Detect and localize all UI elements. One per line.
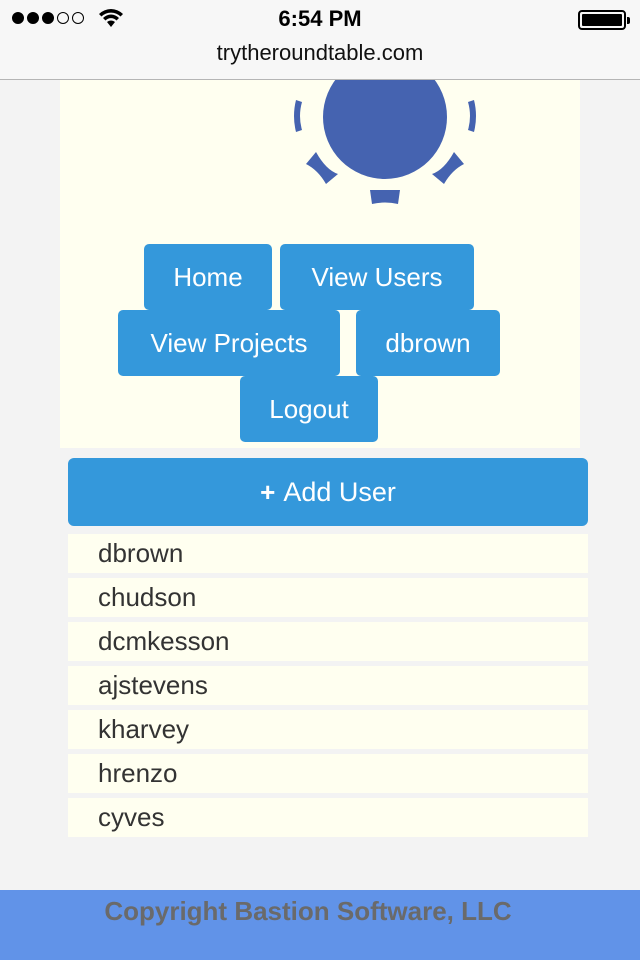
plus-icon: +	[260, 476, 276, 507]
battery-icon	[578, 10, 630, 30]
header-panel: Home View Users View Projects dbrown Log…	[60, 80, 580, 448]
list-item[interactable]: hrenzo	[68, 754, 588, 793]
logout-button[interactable]: Logout	[240, 376, 378, 442]
list-item[interactable]: cyves	[68, 798, 588, 837]
add-user-button[interactable]: + Add User	[68, 458, 588, 526]
clock: 6:54 PM	[278, 6, 362, 31]
list-item[interactable]: ajstevens	[68, 666, 588, 705]
list-item[interactable]: dcmkesson	[68, 622, 588, 661]
home-button[interactable]: Home	[144, 244, 272, 310]
list-item[interactable]: kharvey	[68, 710, 588, 749]
view-projects-button[interactable]: View Projects	[118, 310, 340, 376]
list-item[interactable]: chudson	[68, 578, 588, 617]
view-users-button[interactable]: View Users	[280, 244, 474, 310]
list-item[interactable]: dbrown	[68, 534, 588, 573]
add-user-label: Add User	[283, 476, 396, 507]
sun-logo-icon	[294, 80, 476, 204]
footer: Copyright Bastion Software, LLC	[0, 890, 640, 960]
status-bar: 6:54 PM trytheroundtable.com	[0, 0, 640, 80]
copyright-text: Copyright Bastion Software, LLC	[104, 896, 512, 926]
user-list: dbrown chudson dcmkesson ajstevens kharv…	[68, 534, 588, 842]
profile-button[interactable]: dbrown	[356, 310, 500, 376]
url-bar[interactable]: trytheroundtable.com	[0, 40, 640, 66]
